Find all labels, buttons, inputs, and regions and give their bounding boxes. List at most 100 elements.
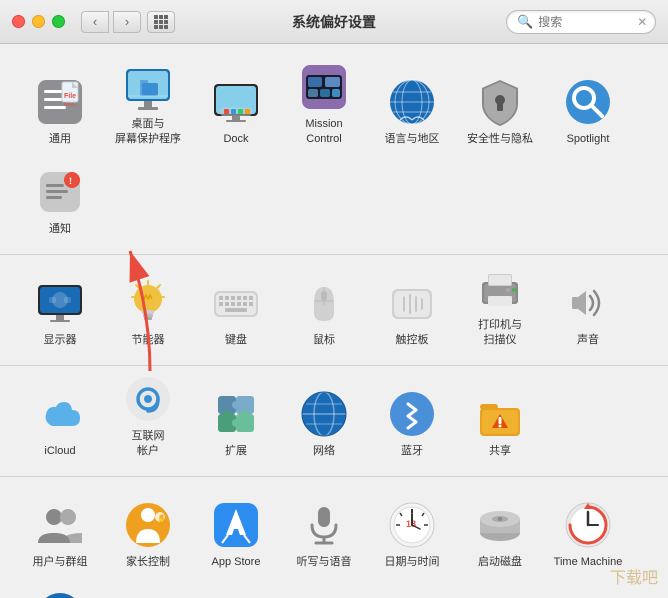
mouse-label: 鼠标 <box>313 333 335 347</box>
pref-printer[interactable]: 打印机与 扫描仪 <box>456 265 544 355</box>
trackpad-label: 触控板 <box>396 333 429 347</box>
search-icon: 🔍 <box>517 14 533 30</box>
section-internet: iCloud 互联网 帐户 <box>0 366 668 477</box>
search-clear-button[interactable]: ✕ <box>637 15 647 29</box>
parental-label: 家长控制 <box>126 555 170 569</box>
energy-icon <box>122 277 174 329</box>
pref-icloud[interactable]: iCloud <box>16 376 104 466</box>
mission-label: Mission Control <box>305 117 342 146</box>
pref-timemachine[interactable]: Time Machine <box>544 487 632 577</box>
preferences-content: File New... 通用 <box>0 44 668 598</box>
pref-datetime[interactable]: 18 日期与时间 <box>368 487 456 577</box>
startup-label: 启动磁盘 <box>478 555 522 569</box>
pref-security[interactable]: 安全性与隐私 <box>456 64 544 154</box>
pref-trackpad[interactable]: 触控板 <box>368 265 456 355</box>
display-label: 显示器 <box>44 333 77 347</box>
mouse-icon <box>298 277 350 329</box>
printer-icon <box>474 262 526 314</box>
dictation-label: 听写与语音 <box>297 555 352 569</box>
keyboard-label: 键盘 <box>225 333 247 347</box>
pref-spotlight[interactable]: Spotlight <box>544 64 632 154</box>
bluetooth-label: 蓝牙 <box>401 444 423 458</box>
spotlight-label: Spotlight <box>567 132 610 146</box>
general-label: 通用 <box>49 132 71 146</box>
sound-label: 声音 <box>577 333 599 347</box>
trackpad-icon <box>386 277 438 329</box>
pref-parental[interactable]: ✋ 家长控制 <box>104 487 192 577</box>
traffic-lights <box>12 15 65 28</box>
pref-extensions[interactable]: 扩展 <box>192 376 280 466</box>
pref-users[interactable]: 用户与群组 <box>16 487 104 577</box>
maximize-button[interactable] <box>52 15 65 28</box>
svg-text:✋: ✋ <box>157 513 167 523</box>
startup-icon <box>474 499 526 551</box>
pref-keyboard[interactable]: 键盘 <box>192 265 280 355</box>
network-icon <box>298 388 350 440</box>
pref-display[interactable]: 显示器 <box>16 265 104 355</box>
network-label: 网络 <box>313 444 335 458</box>
extensions-icon <box>210 388 262 440</box>
pref-startup[interactable]: 启动磁盘 <box>456 487 544 577</box>
pref-dictation[interactable]: 听写与语音 <box>280 487 368 577</box>
internet-icon <box>122 373 174 425</box>
close-button[interactable] <box>12 15 25 28</box>
pref-energy[interactable]: 节能器 <box>104 265 192 355</box>
users-label: 用户与群组 <box>33 555 88 569</box>
icloud-icon <box>34 388 86 440</box>
pref-mission[interactable]: Mission Control <box>280 64 368 154</box>
pref-bluetooth[interactable]: 蓝牙 <box>368 376 456 466</box>
notification-icon: ! <box>34 166 86 218</box>
search-bar[interactable]: 🔍 ✕ <box>506 10 656 34</box>
display-icon <box>34 277 86 329</box>
timemachine-label: Time Machine <box>554 555 623 569</box>
icloud-label: iCloud <box>44 444 75 458</box>
svg-text:!: ! <box>69 176 72 186</box>
pref-sharing[interactable]: 共享 <box>456 376 544 466</box>
svg-text:File: File <box>64 93 76 100</box>
general-icon: File New... <box>34 76 86 128</box>
dictation-icon <box>298 499 350 551</box>
datetime-icon: 18 <box>386 499 438 551</box>
back-button[interactable]: ‹ <box>81 11 109 33</box>
pref-general[interactable]: File New... 通用 <box>16 64 104 154</box>
pref-accessibility[interactable]: 辅助功能 <box>16 577 104 598</box>
keyboard-icon <box>210 277 262 329</box>
bluetooth-icon <box>386 388 438 440</box>
minimize-button[interactable] <box>32 15 45 28</box>
pref-network[interactable]: 网络 <box>280 376 368 466</box>
language-icon <box>386 76 438 128</box>
pref-desktop[interactable]: 桌面与 屏幕保护程序 <box>104 64 192 154</box>
pref-notification[interactable]: ! 通知 <box>16 154 104 244</box>
section-system: 用户与群组 ✋ 家长控制 <box>0 477 668 598</box>
pref-sound[interactable]: 声音 <box>544 265 632 355</box>
dock-icon <box>210 76 262 128</box>
internet-label: 互联网 帐户 <box>132 429 165 458</box>
grid-icon <box>154 15 168 29</box>
pref-mouse[interactable]: 鼠标 <box>280 265 368 355</box>
titlebar: ‹ › 系统偏好设置 🔍 ✕ <box>0 0 668 44</box>
datetime-label: 日期与时间 <box>385 555 440 569</box>
forward-button[interactable]: › <box>113 11 141 33</box>
sound-icon <box>562 277 614 329</box>
section-personal: File New... 通用 <box>0 54 668 255</box>
grid-view-button[interactable] <box>147 11 175 33</box>
printer-label: 打印机与 扫描仪 <box>478 318 522 347</box>
security-icon <box>474 76 526 128</box>
desktop-label: 桌面与 屏幕保护程序 <box>115 117 181 146</box>
pref-internet[interactable]: 互联网 帐户 <box>104 376 192 466</box>
extensions-label: 扩展 <box>225 444 247 458</box>
parental-icon: ✋ <box>122 499 174 551</box>
mission-icon <box>298 61 350 113</box>
pref-appstore[interactable]: App Store <box>192 487 280 577</box>
spotlight-icon <box>562 76 614 128</box>
pref-dock[interactable]: Dock <box>192 64 280 154</box>
security-label: 安全性与隐私 <box>467 132 533 146</box>
sharing-label: 共享 <box>489 444 511 458</box>
timemachine-icon <box>562 499 614 551</box>
pref-language[interactable]: 语言与地区 <box>368 64 456 154</box>
language-label: 语言与地区 <box>385 132 440 146</box>
users-icon <box>34 499 86 551</box>
accessibility-icon <box>34 589 86 598</box>
nav-buttons: ‹ › <box>81 11 141 33</box>
search-input[interactable] <box>538 15 633 29</box>
